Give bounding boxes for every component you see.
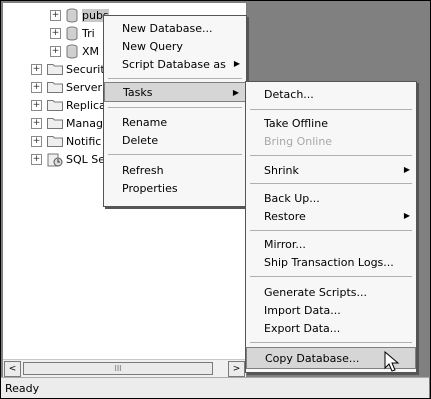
expand-icon[interactable]: +	[31, 135, 42, 147]
menu-item-ship-transaction-logs[interactable]: Ship Transaction Logs...	[246, 252, 416, 272]
menu-item-label: Ship Transaction Logs...	[264, 255, 394, 269]
expand-icon[interactable]: +	[50, 9, 61, 21]
tree-node-label: Notific	[66, 134, 102, 148]
menu-item-rename[interactable]: Rename	[104, 112, 246, 132]
folder-icon	[47, 81, 63, 93]
tree-node-pubs[interactable]: + pubs	[50, 7, 109, 23]
menu-separator	[108, 107, 242, 108]
menu-item-tasks[interactable]: Tasks ▶	[104, 82, 246, 102]
database-icon	[66, 44, 78, 58]
menu-item-bring-online: Bring Online	[246, 131, 416, 151]
tree-node-label: Server	[66, 80, 103, 94]
menu-item-label: Import Data...	[264, 303, 341, 317]
menu-separator	[250, 155, 412, 156]
expand-icon[interactable]: +	[31, 81, 42, 93]
submenu-arrow-icon: ▶	[403, 165, 410, 174]
menu-item-label: Take Offline	[264, 116, 328, 130]
scroll-thumb[interactable]: III	[23, 362, 213, 375]
menu-item-label: New Query	[122, 39, 183, 53]
tree-node-sql-agent[interactable]: + SQL Se	[31, 151, 105, 167]
menu-item-label: Generate Scripts...	[264, 285, 367, 299]
database-icon	[66, 26, 78, 40]
menu-separator	[250, 276, 412, 277]
expand-icon[interactable]: +	[50, 45, 61, 57]
menu-item-script-database-as[interactable]: Script Database as ▶	[104, 54, 246, 74]
menu-item-refresh[interactable]: Refresh	[104, 160, 246, 180]
tree-node-replication[interactable]: + Replica	[31, 97, 106, 113]
folder-icon	[47, 135, 63, 147]
horizontal-scrollbar[interactable]: < III >	[3, 359, 246, 377]
menu-separator	[250, 183, 412, 184]
folder-icon	[47, 117, 63, 129]
menu-item-label: Mirror...	[264, 237, 306, 251]
menu-separator	[108, 154, 242, 155]
menu-item-label: Export Data...	[264, 321, 341, 335]
tree-node-label: Manag	[66, 116, 103, 130]
menu-item-back-up[interactable]: Back Up...	[246, 188, 416, 208]
menu-item-label: Properties	[122, 181, 178, 195]
tree-node-label: Replica	[66, 98, 106, 112]
scroll-right-button[interactable]: >	[228, 361, 245, 377]
tasks-submenu: Detach... Take Offline Bring Online Shri…	[245, 81, 417, 373]
context-menu: New Database... New Query Script Databas…	[103, 15, 247, 207]
menu-item-shrink[interactable]: Shrink ▶	[246, 160, 416, 180]
tree-node-label: Securit	[66, 62, 105, 76]
menu-item-take-offline[interactable]: Take Offline	[246, 113, 416, 133]
menu-item-label: Script Database as	[122, 57, 226, 71]
expand-icon[interactable]: +	[31, 63, 42, 75]
tree-node-management[interactable]: + Manag	[31, 115, 103, 131]
agent-icon	[47, 153, 63, 167]
tree-node-label: SQL Se	[66, 152, 106, 166]
menu-item-label: Copy Database...	[265, 351, 360, 365]
mouse-cursor-icon	[384, 351, 400, 372]
expand-icon[interactable]: +	[50, 27, 61, 39]
tree-node-security[interactable]: + Securit	[31, 61, 105, 77]
menu-separator	[250, 230, 412, 231]
status-text: Ready	[5, 382, 40, 395]
menu-item-label: Bring Online	[264, 134, 333, 148]
menu-item-properties[interactable]: Properties	[104, 178, 246, 198]
scroll-left-button[interactable]: <	[4, 361, 21, 377]
tree-node-label: XM	[82, 44, 100, 58]
tree-node-notification[interactable]: + Notific	[31, 133, 101, 149]
menu-item-restore[interactable]: Restore ▶	[246, 206, 416, 226]
menu-item-label: Delete	[122, 133, 159, 147]
tree-node-label: Tri	[82, 26, 95, 40]
menu-separator	[108, 78, 242, 79]
menu-item-mirror[interactable]: Mirror...	[246, 234, 416, 254]
submenu-arrow-icon: ▶	[232, 88, 239, 97]
menu-item-label: Refresh	[122, 163, 164, 177]
menu-item-generate-scripts[interactable]: Generate Scripts...	[246, 282, 416, 302]
menu-item-delete[interactable]: Delete	[104, 130, 246, 150]
submenu-arrow-icon: ▶	[233, 59, 240, 68]
menu-item-import-data[interactable]: Import Data...	[246, 300, 416, 320]
menu-separator	[250, 342, 412, 343]
expand-icon[interactable]: +	[31, 99, 42, 111]
menu-item-label: Shrink	[264, 163, 299, 177]
menu-item-label: Back Up...	[264, 191, 320, 205]
menu-item-label: New Database...	[122, 21, 213, 35]
menu-separator	[250, 109, 412, 110]
expand-icon[interactable]: +	[31, 153, 42, 165]
tree-node-tri[interactable]: + Tri	[50, 25, 95, 41]
folder-icon	[47, 63, 63, 75]
menu-item-detach[interactable]: Detach...	[246, 84, 416, 104]
tree-node-xm[interactable]: + XM	[50, 43, 99, 59]
menu-item-new-query[interactable]: New Query	[104, 36, 246, 56]
folder-icon	[47, 99, 63, 111]
submenu-arrow-icon: ▶	[403, 211, 410, 220]
menu-item-label: Tasks	[123, 85, 153, 99]
database-icon	[66, 8, 78, 22]
expand-icon[interactable]: +	[31, 117, 42, 129]
tree-node-server[interactable]: + Server	[31, 79, 102, 95]
status-bar: Ready	[1, 377, 429, 398]
menu-item-label: Restore	[264, 209, 306, 223]
menu-item-label: Rename	[122, 115, 168, 129]
menu-item-label: Detach...	[264, 87, 314, 101]
menu-item-new-database[interactable]: New Database...	[104, 18, 246, 38]
menu-item-export-data[interactable]: Export Data...	[246, 318, 416, 338]
